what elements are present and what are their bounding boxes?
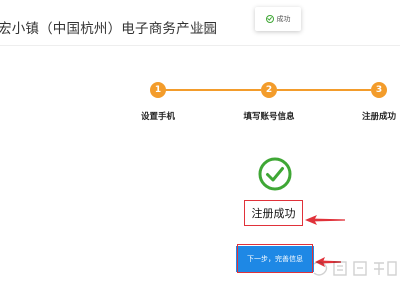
register-link[interactable]: 注册 — [194, 20, 214, 35]
site-title[interactable]: 宏小镇（中国杭州）电子商务产业园 — [0, 17, 217, 37]
step-1-circle: 1 — [150, 82, 166, 98]
success-message: 注册成功 — [251, 207, 296, 220]
step-3-label: 注册成功 — [361, 112, 397, 122]
step-3-circle: 3 — [371, 82, 387, 98]
step-2-label: 填写账号信息 — [243, 112, 295, 122]
check-circle-icon — [258, 157, 292, 191]
step-connector — [277, 89, 371, 91]
watermark-logo — [313, 261, 397, 276]
toast-text: 成功 — [276, 15, 291, 23]
success-toast: 成功 — [255, 7, 301, 31]
check-circle-icon — [265, 15, 274, 23]
next-step-button[interactable]: 下一步，完善信息 — [236, 246, 314, 272]
success-message-highlight: 注册成功 — [244, 200, 303, 226]
annotation-arrow-icon — [305, 215, 345, 225]
step-2-circle: 2 — [261, 82, 277, 98]
step-connector — [165, 89, 261, 91]
step-1-label: 设置手机 — [140, 112, 176, 122]
registration-page: 宏小镇（中国杭州）电子商务产业园 注册 成功 1 2 3 设置手机 填写账号信息… — [0, 0, 400, 300]
header-divider — [0, 45, 400, 46]
